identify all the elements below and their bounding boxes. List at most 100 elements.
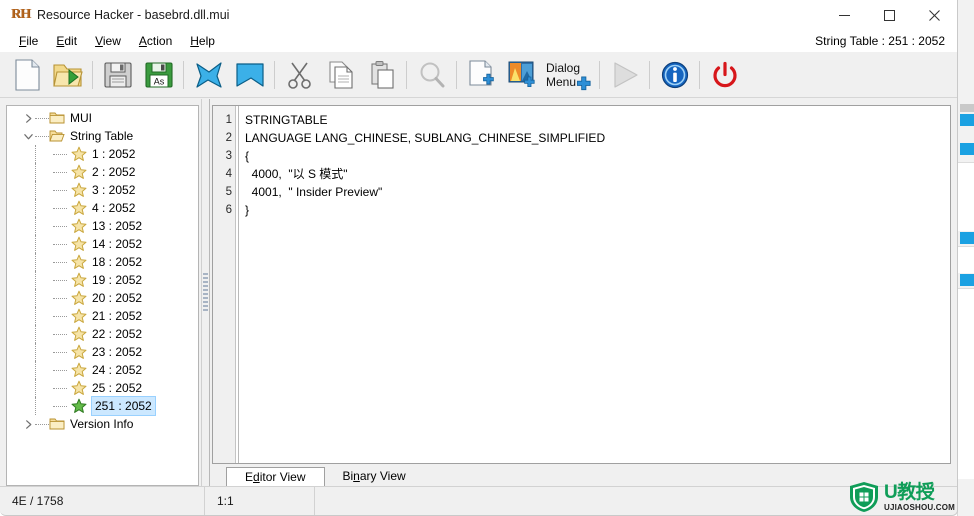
folder-icon [49,418,65,430]
background-window[interactable] [957,0,974,516]
new-file-button[interactable] [6,54,47,95]
tree-connector [53,352,67,354]
resource-tree[interactable]: MUI String Table 1 : 2052 2 : 2052 3 : 2052 4… [6,105,199,486]
app-logo-icon: RH [11,6,31,24]
tree-guide-line [35,235,36,253]
menu-label: ile [26,33,39,48]
menu-accel: H [190,33,199,48]
resource-tree-panel: MUI String Table 1 : 2052 2 : 2052 3 : 2052 4… [0,99,199,486]
splitter-grip[interactable] [203,272,208,313]
chevron-right-icon[interactable] [23,419,34,430]
info-button[interactable] [654,54,695,95]
save-as-button[interactable]: As [138,54,179,95]
tree-item[interactable]: Version Info [7,415,198,433]
tree-item-label: 1 : 2052 [92,147,136,161]
main-content: MUI String Table 1 : 2052 2 : 2052 3 : 2052 4… [0,99,957,487]
tree-guide-line [35,289,36,307]
tree-connector [53,334,67,336]
dialog-menu-button[interactable]: Dialog Menu [543,54,595,95]
title-bar[interactable]: RH Resource Hacker - basebrd.dll.mui [0,0,957,30]
save-button[interactable] [97,54,138,95]
star-icon [71,200,87,215]
menu-item-edit[interactable]: Edit [47,32,86,50]
tree-item-label: 20 : 2052 [92,291,143,305]
tree-item[interactable]: 23 : 2052 [7,343,198,361]
toolbar-separator [456,60,457,89]
tree-item[interactable]: 22 : 2052 [7,325,198,343]
menu-label: elp [198,33,215,48]
star-icon [71,380,87,395]
tab-label-pre: Bi [342,469,354,483]
add-resource-button[interactable] [461,54,502,95]
menu-item-view[interactable]: View [86,32,130,50]
tree-item[interactable]: MUI [7,109,198,127]
chevron-right-icon[interactable] [23,113,34,124]
panel-splitter[interactable] [199,99,212,486]
code-text[interactable]: STRINGTABLE LANGUAGE LANG_CHINESE, SUBLAN… [239,106,950,463]
export-icon [235,62,264,87]
close-button[interactable] [912,0,957,30]
menu-bar: File Edit View Action Help String Table … [0,30,957,51]
tree-connector [53,388,67,390]
chevron-down-icon[interactable] [23,131,34,142]
tree-item[interactable]: 2 : 2052 [7,163,198,181]
tree-item[interactable]: 13 : 2052 [7,217,198,235]
tree-connector [53,226,67,228]
code-line: LANGUAGE LANG_CHINESE, SUBLANG_CHINESE_S… [245,131,606,145]
line-number: 1 [225,114,232,126]
run-button[interactable] [604,54,645,95]
add-image-button[interactable] [502,54,543,95]
import-button[interactable] [188,54,229,95]
export-button[interactable] [229,54,270,95]
star-icon [71,218,87,233]
tree-connector [53,190,67,192]
tree-item[interactable]: String Table [7,127,198,145]
folder-icon [49,112,65,124]
watermark-domain: UJIAOSHOU.COM [884,502,956,512]
tree-item[interactable]: 18 : 2052 [7,253,198,271]
tree-item-label: 14 : 2052 [92,237,143,251]
tab-binary-view[interactable]: Binary View [325,467,424,486]
code-line: STRINGTABLE [245,113,328,127]
cut-button[interactable] [279,54,320,95]
tree-item[interactable]: 21 : 2052 [7,307,198,325]
tree-item[interactable]: 19 : 2052 [7,271,198,289]
tree-item[interactable]: 14 : 2052 [7,235,198,253]
tab-accel: n [353,469,360,483]
tree-item-label: 24 : 2052 [92,363,143,377]
tree-item-label: 18 : 2052 [92,255,143,269]
menu-item-action[interactable]: Action [130,32,181,50]
tree-item-label: 2 : 2052 [92,165,136,179]
cut-icon [287,62,311,89]
add-image-icon [508,61,535,87]
tree-guide-line [35,199,36,217]
paste-button[interactable] [361,54,402,95]
tree-guide-line [35,181,36,199]
menu-item-file[interactable]: File [10,32,47,50]
tree-item[interactable]: 25 : 2052 [7,379,198,397]
maximize-button[interactable] [867,0,912,30]
tab-editor-view[interactable]: Editor View [226,467,325,487]
line-number-gutter: 1 2 3 4 5 6 [213,106,236,463]
tab-label-post: ary View [359,469,406,483]
tree-item-label: 21 : 2052 [92,309,143,323]
power-icon [712,61,737,87]
tree-connector [53,172,67,174]
tree-item[interactable]: 20 : 2052 [7,289,198,307]
open-file-button[interactable] [47,54,88,95]
tree-item[interactable]: 251 : 2052 [7,396,198,416]
tree-item[interactable]: 24 : 2052 [7,361,198,379]
minimize-button[interactable] [822,0,867,30]
exit-button[interactable] [704,54,745,95]
find-button[interactable] [411,54,452,95]
star-icon [71,308,87,323]
background-window-panel [958,288,974,479]
code-editor[interactable]: 1 2 3 4 5 6 STRINGTABLE LANGUAGE LANG_CHINESE,… [212,105,951,464]
tree-item[interactable]: 3 : 2052 [7,181,198,199]
menu-item-help[interactable]: Help [181,32,224,50]
copy-button[interactable] [320,54,361,95]
tree-item[interactable]: 1 : 2052 [7,145,198,163]
tree-item-label: String Table [70,129,134,143]
tree-item[interactable]: 4 : 2052 [7,199,198,217]
menu-accel: A [138,33,147,48]
